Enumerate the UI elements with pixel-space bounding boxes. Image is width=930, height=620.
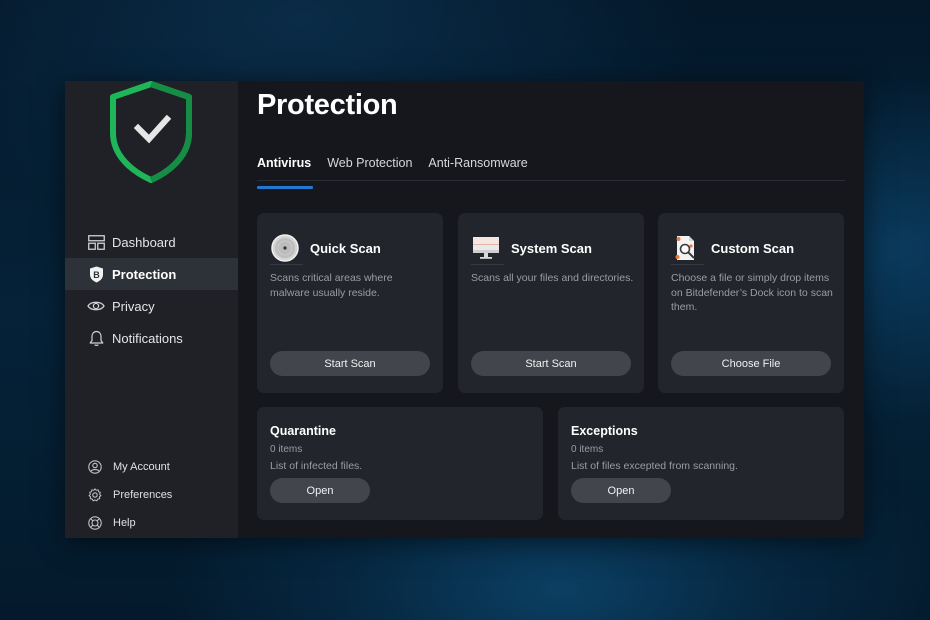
card-title: System Scan: [511, 240, 592, 256]
sidebar-bottom-nav: My Account Preferences Help: [65, 453, 238, 537]
sidebar-item-protection[interactable]: B Protection: [65, 258, 238, 290]
sidebar-item-label: Preferences: [113, 489, 173, 501]
quarantine-open-button[interactable]: Open: [270, 478, 370, 503]
bitdefender-shield-icon: B: [87, 265, 105, 283]
monitor-icon: [471, 233, 501, 263]
sidebar-item-label: Privacy: [112, 298, 155, 314]
card-description: Scans all your files and directories.: [471, 272, 634, 284]
tab-anti-ransomware[interactable]: Anti-Ransomware: [428, 154, 527, 180]
sidebar-item-dashboard[interactable]: Dashboard: [65, 226, 238, 258]
card-header: Quick Scan: [270, 233, 381, 263]
page-title: Protection: [257, 89, 398, 121]
divider: [471, 264, 504, 265]
sidebar-item-preferences[interactable]: Preferences: [65, 481, 238, 509]
divider: [671, 264, 704, 265]
sidebar-item-privacy[interactable]: Privacy: [65, 290, 238, 322]
item-count: 0 items: [270, 444, 303, 455]
tab-antivirus[interactable]: Antivirus: [257, 154, 314, 189]
sidebar-item-my-account[interactable]: My Account: [65, 453, 238, 481]
tab-web-protection[interactable]: Web Protection: [327, 154, 412, 180]
eye-icon: [87, 297, 105, 315]
quick-scan-start-button[interactable]: Start Scan: [270, 351, 430, 376]
sidebar-item-label: Dashboard: [112, 234, 176, 250]
card-header: System Scan: [471, 233, 592, 263]
custom-scan-card: Custom Scan Choose a file or simply drop…: [658, 213, 844, 393]
system-scan-card: System Scan Scans all your files and dir…: [458, 213, 644, 393]
disc-icon: [270, 233, 300, 263]
svg-text:B: B: [93, 270, 100, 280]
app-window: Dashboard B Protection Privacy Notificat…: [65, 81, 864, 538]
quick-scan-card: Quick Scan Scans critical areas where ma…: [257, 213, 443, 393]
card-title: Quarantine: [270, 424, 336, 438]
sidebar-item-notifications[interactable]: Notifications: [65, 322, 238, 354]
card-title: Custom Scan: [711, 240, 795, 256]
sidebar-item-label: My Account: [113, 461, 170, 473]
sidebar-item-label: Notifications: [112, 330, 183, 346]
shield-check-icon: [109, 81, 193, 183]
user-circle-icon: [87, 460, 102, 475]
sidebar-item-label: Protection: [112, 266, 177, 282]
bell-icon: [87, 329, 105, 347]
card-title: Exceptions: [571, 424, 638, 438]
card-description: Choose a file or simply drop items on Bi…: [671, 272, 833, 313]
card-description: List of infected files.: [270, 460, 363, 472]
card-description: List of files excepted from scanning.: [571, 460, 738, 472]
exceptions-card: Exceptions 0 items List of files excepte…: [558, 407, 844, 520]
card-header: Custom Scan: [671, 233, 794, 263]
main-content: Protection Antivirus Web Protection Anti…: [238, 81, 864, 538]
sidebar-item-label: Help: [113, 517, 136, 529]
card-title: Quick Scan: [310, 240, 381, 256]
choose-file-button[interactable]: Choose File: [671, 351, 831, 376]
card-description: Scans critical areas where malware usual…: [270, 272, 393, 299]
tab-bar: Antivirus Web Protection Anti-Ransomware: [257, 154, 845, 189]
divider: [270, 264, 303, 265]
sidebar-item-help[interactable]: Help: [65, 509, 238, 537]
sidebar: Dashboard B Protection Privacy Notificat…: [65, 81, 238, 538]
item-count: 0 items: [571, 444, 604, 455]
gear-icon: [87, 488, 102, 503]
file-search-icon: [671, 233, 701, 263]
sidebar-nav: Dashboard B Protection Privacy Notificat…: [65, 226, 238, 354]
exceptions-open-button[interactable]: Open: [571, 478, 671, 503]
quarantine-card: Quarantine 0 items List of infected file…: [257, 407, 543, 520]
lifebuoy-icon: [87, 516, 102, 531]
dashboard-icon: [87, 233, 105, 251]
system-scan-start-button[interactable]: Start Scan: [471, 351, 631, 376]
